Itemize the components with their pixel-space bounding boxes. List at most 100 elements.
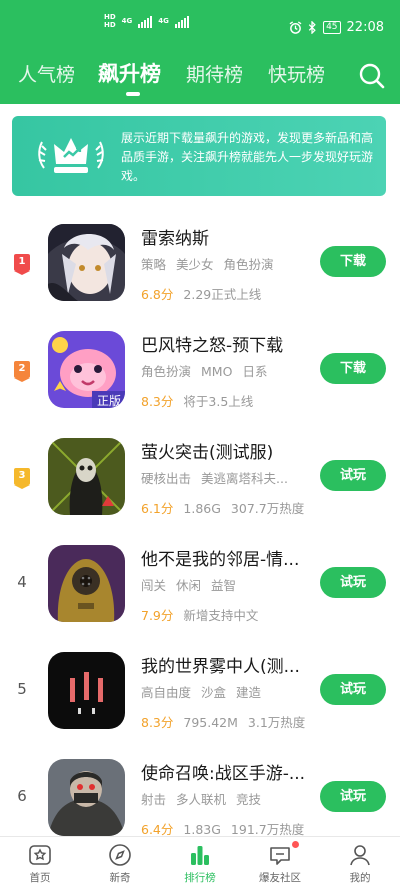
game-tags: 硬核出击 美逃离塔科夫... [141, 468, 313, 487]
list-item[interactable]: 1 雷索纳斯 策略 美少女 角色扮演 6.8分 2.29正式上线 下载 [0, 210, 400, 317]
nav-ranking[interactable]: 排行榜 [160, 837, 240, 889]
nav-label: 排行榜 [184, 872, 216, 884]
sim1-label: HD [104, 13, 116, 21]
game-popularity: 307.7万热度 [230, 501, 305, 516]
game-score: 6.4分 [141, 822, 174, 837]
game-icon-resonance [48, 224, 125, 301]
bar-chart-icon [191, 846, 209, 865]
game-meta-info: 新增支持中文 [183, 608, 259, 623]
try-play-button[interactable]: 试玩 [320, 674, 386, 705]
bottom-nav: 首页 新奇 排行榜 爆友社区 我的 [0, 836, 400, 888]
banner-description: 展示近期下载量飙升的游戏，发现更多新品和高品质手游，关注飙升榜就能先人一步发现好… [121, 131, 374, 183]
search-icon[interactable] [358, 62, 386, 90]
rank-badge: 2 [14, 361, 30, 382]
game-score: 7.9分 [141, 608, 174, 623]
game-tag: 沙盒 [201, 685, 227, 700]
nav-discover[interactable]: 新奇 [80, 837, 160, 889]
game-tags: 角色扮演 MMO 日系 [141, 361, 313, 380]
star-icon [29, 845, 51, 865]
nav-home[interactable]: 首页 [0, 837, 80, 889]
game-tags: 高自由度 沙盒 建造 [141, 682, 313, 701]
sim-badges: HD HD [104, 14, 116, 29]
list-item[interactable]: 3 萤火突击(测试服) 硬核出击 美逃离塔科夫... 6.1分 1.86G 307.7… [0, 424, 400, 531]
game-icon-firefly-assault [48, 438, 125, 515]
rank-number: 4 [17, 573, 27, 591]
tab-rising[interactable]: 飙升榜 [98, 58, 161, 88]
game-title[interactable]: 雷索纳斯 [141, 224, 313, 249]
bluetooth-icon [308, 21, 316, 34]
network2-label: 4G [158, 17, 169, 25]
game-tag: 角色扮演 [141, 364, 192, 379]
try-play-button[interactable]: 试玩 [320, 460, 386, 491]
game-meta-info: 2.29正式上线 [183, 287, 262, 302]
list-item[interactable]: 2 正版 巴风特之怒-预下载 角色扮演 MMO 日系 8.3分 将于3.5上线 下载 [0, 317, 400, 424]
game-title[interactable]: 我的世界雾中人(测... [141, 652, 313, 677]
signal1-icon [138, 15, 153, 28]
trophy-crown-icon [38, 138, 104, 173]
game-tag: 角色扮演 [223, 257, 274, 272]
list-item[interactable]: 5 我的世界雾中人(测... 高自由度 沙盒 建造 8.3分 795.42M 3.1万热… [0, 638, 400, 745]
top-header: HD HD 4G 4G 45 22:08 人气榜 飙升榜 期待榜 快玩榜 [0, 0, 400, 104]
game-icon-baphomet: 正版 [48, 331, 125, 408]
tab-anticipated[interactable]: 期待榜 [186, 60, 243, 87]
game-tag: 美逃离塔科夫... [201, 471, 288, 486]
game-score: 8.3分 [141, 394, 174, 409]
rank-badge: 1 [14, 254, 30, 275]
game-tag: 硬核出击 [141, 471, 192, 486]
nav-profile[interactable]: 我的 [320, 837, 400, 889]
game-title[interactable]: 他不是我的邻居-情... [141, 545, 313, 570]
try-play-button[interactable]: 试玩 [320, 781, 386, 812]
game-tag: 高自由度 [141, 685, 192, 700]
rising-chart-banner: 展示近期下载量飙升的游戏，发现更多新品和高品质手游，关注飙升榜就能先人一步发现好… [12, 116, 386, 196]
status-bar: HD HD 4G 4G 45 22:08 [0, 0, 400, 38]
game-tag: 闯关 [141, 578, 167, 593]
game-size: 1.86G [183, 501, 221, 516]
download-button[interactable]: 下载 [320, 246, 386, 277]
download-button[interactable]: 下载 [320, 353, 386, 384]
nav-community[interactable]: 爆友社区 [240, 837, 320, 889]
game-tags: 策略 美少女 角色扮演 [141, 254, 313, 273]
game-popularity: 191.7万热度 [230, 822, 305, 837]
nav-label: 首页 [29, 872, 51, 884]
rank-number: 6 [17, 787, 27, 805]
rank-number: 5 [17, 680, 27, 698]
network1-label: 4G [121, 17, 133, 25]
chat-bubble-icon [270, 847, 290, 865]
game-title[interactable]: 萤火突击(测试服) [141, 438, 313, 463]
game-tags: 射击 多人联机 竞技 [141, 789, 313, 808]
game-popularity: 3.1万热度 [247, 715, 306, 730]
game-size: 795.42M [183, 715, 238, 730]
signal2-icon [174, 15, 189, 28]
game-score: 6.1分 [141, 501, 174, 516]
game-tag: 射击 [141, 792, 167, 807]
nav-label: 我的 [349, 872, 371, 884]
game-score: 8.3分 [141, 715, 174, 730]
list-item[interactable]: 4 他不是我的邻居-情... 闯关 休闲 益智 7.9分 新增支持中文 试玩 [0, 531, 400, 638]
game-meta-info: 将于3.5上线 [183, 394, 254, 409]
game-tag: 日系 [242, 364, 268, 379]
alarm-icon [289, 21, 302, 34]
game-tag: 美少女 [176, 257, 214, 272]
game-meta: 8.3分 将于3.5上线 [141, 391, 321, 410]
game-tag: 休闲 [176, 578, 202, 593]
tab-quick-play[interactable]: 快玩榜 [268, 60, 325, 87]
game-tag: MMO [201, 364, 233, 379]
game-meta: 8.3分 795.42M 3.1万热度 [141, 712, 321, 731]
game-meta: 6.8分 2.29正式上线 [141, 284, 321, 303]
clock: 22:08 [346, 20, 384, 35]
game-title[interactable]: 使命召唤:战区手游-... [141, 759, 313, 784]
try-play-button[interactable]: 试玩 [320, 567, 386, 598]
tab-popular[interactable]: 人气榜 [18, 60, 75, 87]
person-icon [350, 845, 370, 866]
nav-label: 爆友社区 [259, 872, 301, 884]
game-tag: 策略 [141, 257, 167, 272]
game-tag: 建造 [236, 685, 262, 700]
game-title[interactable]: 巴风特之怒-预下载 [141, 331, 313, 356]
notification-dot [292, 841, 299, 848]
game-icon-minecraft-fogman [48, 652, 125, 729]
active-tab-indicator [126, 92, 140, 96]
game-meta: 7.9分 新增支持中文 [141, 605, 321, 624]
battery-indicator: 45 [323, 21, 341, 34]
game-size: 1.83G [183, 822, 221, 837]
ranking-tabs: 人气榜 飙升榜 期待榜 快玩榜 [0, 58, 400, 98]
